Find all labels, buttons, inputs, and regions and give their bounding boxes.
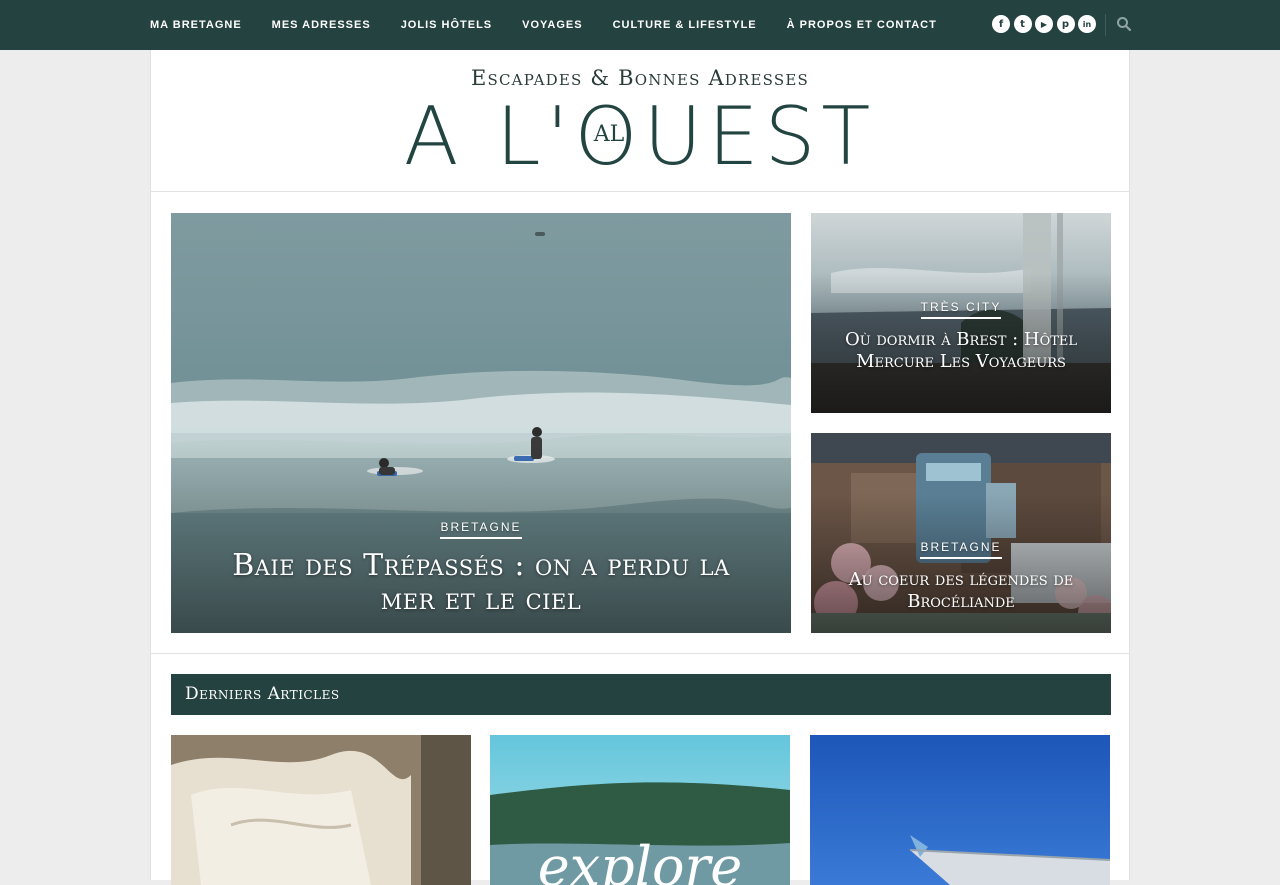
facebook-icon[interactable]: f <box>992 15 1010 33</box>
latest-articles-heading: Derniers Articles <box>171 674 1111 715</box>
social-links: f t ▶ p in <box>992 15 1100 33</box>
logo-monogram: AL <box>593 122 625 148</box>
featured-post-main-caption: BRETAGNE Baie des Trépassés : on a perdu… <box>171 518 791 617</box>
category-badge[interactable]: TRÈS CITY <box>920 300 1002 319</box>
article-image-overlay-text: explore <box>538 835 743 885</box>
site-tagline: Escapades & Bonnes Adresses <box>471 66 809 90</box>
site-logo[interactable]: A L'O AL UEST <box>151 92 1129 182</box>
category-badge[interactable]: BRETAGNE <box>920 540 1002 559</box>
nav-item-voyages[interactable]: VOYAGES <box>522 19 582 31</box>
pinterest-icon[interactable]: p <box>1056 15 1075 33</box>
nav-divider <box>1105 14 1106 36</box>
article-image-airplane-wing <box>810 735 1110 885</box>
search-icon[interactable] <box>1116 16 1132 32</box>
top-navbar: MA BRETAGNE MES ADRESSES JOLIS HÔTELS VO… <box>0 0 1280 50</box>
latest-articles-grid: explore <box>171 735 1111 885</box>
divider <box>151 653 1129 654</box>
nav-item-jolis-hotels[interactable]: JOLIS HÔTELS <box>401 19 492 31</box>
featured-post-main[interactable]: BRETAGNE Baie des Trépassés : on a perdu… <box>171 213 791 633</box>
article-thumbnail-1[interactable] <box>171 735 471 885</box>
featured-post-side-1[interactable]: TRÈS CITY Où dormir à Brest : Hôtel Merc… <box>811 213 1111 413</box>
linkedin-icon[interactable]: in <box>1078 15 1096 33</box>
youtube-icon[interactable]: ▶ <box>1035 15 1053 33</box>
twitter-icon[interactable]: t <box>1013 15 1032 33</box>
featured-post-side-1-caption: TRÈS CITY Où dormir à Brest : Hôtel Merc… <box>811 298 1111 373</box>
article-image-explore: explore <box>490 735 790 885</box>
logo-text-start: A L' <box>403 90 575 183</box>
article-thumbnail-2[interactable]: explore <box>490 735 790 885</box>
featured-post-side-2[interactable]: BRETAGNE Au coeur des légendes de Brocél… <box>811 433 1111 633</box>
article-thumbnail-3[interactable] <box>810 735 1110 885</box>
main-container: Escapades & Bonnes Adresses A L'O AL UEST <box>150 50 1130 885</box>
nav-item-a-propos-contact[interactable]: À PROPOS ET CONTACT <box>787 19 937 31</box>
post-title[interactable]: Baie des Trépassés : on a perdu la mer e… <box>171 549 791 617</box>
post-title[interactable]: Au coeur des légendes de Brocéliande <box>811 569 1111 613</box>
article-image-bedding <box>171 735 471 885</box>
site-header: Escapades & Bonnes Adresses A L'O AL UEST <box>151 50 1129 192</box>
nav-item-mes-adresses[interactable]: MES ADRESSES <box>272 19 371 31</box>
main-menu: MA BRETAGNE MES ADRESSES JOLIS HÔTELS VO… <box>150 0 967 50</box>
featured-post-side-2-caption: BRETAGNE Au coeur des légendes de Brocél… <box>811 538 1111 613</box>
nav-item-ma-bretagne[interactable]: MA BRETAGNE <box>150 19 242 31</box>
logo-monogram-o: O AL <box>574 90 644 183</box>
featured-posts: BRETAGNE Baie des Trépassés : on a perdu… <box>171 213 1111 633</box>
logo-text-end: UEST <box>643 90 877 183</box>
post-title[interactable]: Où dormir à Brest : Hôtel Mercure Les Vo… <box>811 329 1111 373</box>
nav-item-culture-lifestyle[interactable]: CULTURE & LIFESTYLE <box>613 19 757 31</box>
category-badge[interactable]: BRETAGNE <box>440 520 522 539</box>
